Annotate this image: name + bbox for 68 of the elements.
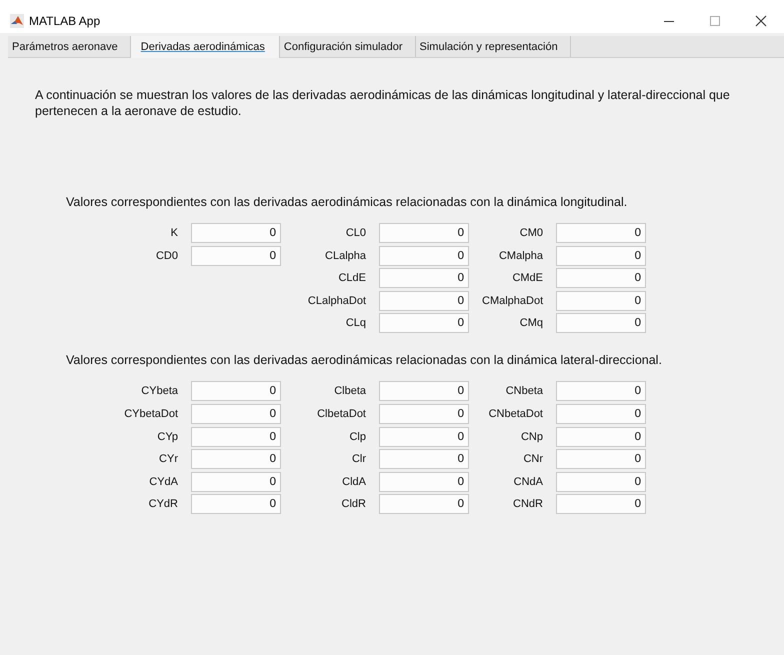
input-field[interactable]: 0 <box>556 472 646 492</box>
input-field[interactable]: 0 <box>191 223 281 243</box>
input-field[interactable]: 0 <box>379 449 469 470</box>
app-logo-icon <box>10 14 24 28</box>
field-label: CYbeta <box>140 385 178 398</box>
input-field[interactable]: 0 <box>379 313 469 334</box>
input-field[interactable]: 0 <box>191 246 281 266</box>
input-field[interactable]: 0 <box>379 381 469 402</box>
input-field[interactable]: 0 <box>556 404 646 424</box>
input-field[interactable]: 0 <box>191 426 281 447</box>
input-field[interactable]: 0 <box>556 268 646 288</box>
input-field[interactable]: 0 <box>556 223 646 243</box>
field-label: CMalpha <box>498 250 543 262</box>
field-label: CMalphaDot <box>482 294 543 307</box>
field-label: CMq <box>518 317 543 330</box>
field-label: CNdR <box>512 498 543 510</box>
field-label: CLdE <box>337 272 366 284</box>
field-label: Clr <box>350 453 366 466</box>
input-field[interactable]: 0 <box>379 223 469 243</box>
input-field[interactable]: 0 <box>191 381 281 402</box>
field-label: CLq <box>344 317 366 330</box>
input-field[interactable]: 0 <box>556 313 646 334</box>
field-label: Clbeta <box>333 385 366 398</box>
section-heading: Valores correspondientes con las derivadas aerodinámicas relacionadas con la dinámica longitudinal. <box>66 195 628 209</box>
close-icon <box>755 15 767 27</box>
section-heading: Valores correspondientes con las derivadas aerodinámicas relacionadas con la dinámica lateral-direccional. <box>66 353 663 368</box>
input-field[interactable]: 0 <box>379 426 469 447</box>
field-label: CMdE <box>511 272 543 284</box>
field-label: CNbeta <box>504 385 543 398</box>
intro-paragraph: A continuación se muestran los valores de las derivadas aerodinámicas de las dinámicas longitudinal y lateral-direccional que pertenecen a la aeronave de estudio. <box>35 87 731 119</box>
field-label: CLalphaDot <box>306 294 366 307</box>
field-label: CldR <box>340 498 366 510</box>
field-label: CLalpha <box>324 250 366 262</box>
field-label: CldA <box>341 476 366 488</box>
field-label: CYdA <box>148 476 178 488</box>
field-label: K <box>170 227 178 239</box>
input-field[interactable]: 0 <box>191 404 281 424</box>
input-field[interactable]: 0 <box>556 381 646 402</box>
input-field[interactable]: 0 <box>379 404 469 424</box>
maximize-icon <box>710 16 720 26</box>
field-label: CNp <box>520 430 543 443</box>
input-field[interactable]: 0 <box>556 494 646 514</box>
field-label: CYr <box>158 453 178 466</box>
input-field[interactable]: 0 <box>379 494 469 514</box>
input-field[interactable]: 0 <box>191 494 281 514</box>
window-title: MATLAB App <box>29 14 102 28</box>
input-field[interactable]: 0 <box>379 268 469 288</box>
input-field[interactable]: 0 <box>191 472 281 492</box>
input-field[interactable]: 0 <box>556 449 646 470</box>
field-label: CNbetaDot <box>488 408 543 420</box>
input-field[interactable]: 0 <box>556 290 646 311</box>
field-label: CYbetaDot <box>123 408 178 420</box>
field-label: ClbetaDot <box>316 408 366 420</box>
input-field[interactable]: 0 <box>379 246 469 266</box>
input-field[interactable]: 0 <box>556 246 646 266</box>
input-field[interactable]: 0 <box>191 449 281 470</box>
field-label: CM0 <box>518 227 543 239</box>
tab[interactable]: Derivadas aerodinámicas <box>130 36 280 58</box>
field-label: Clp <box>348 430 366 443</box>
input-field[interactable]: 0 <box>379 290 469 311</box>
field-label: CYdR <box>148 498 178 510</box>
field-label: CNr <box>522 453 543 466</box>
input-field[interactable]: 0 <box>379 472 469 492</box>
field-label: CL0 <box>344 227 366 239</box>
field-label: CYp <box>156 430 178 443</box>
field-label: CD0 <box>154 250 178 262</box>
field-label: CNdA <box>512 476 543 488</box>
input-field[interactable]: 0 <box>556 426 646 447</box>
